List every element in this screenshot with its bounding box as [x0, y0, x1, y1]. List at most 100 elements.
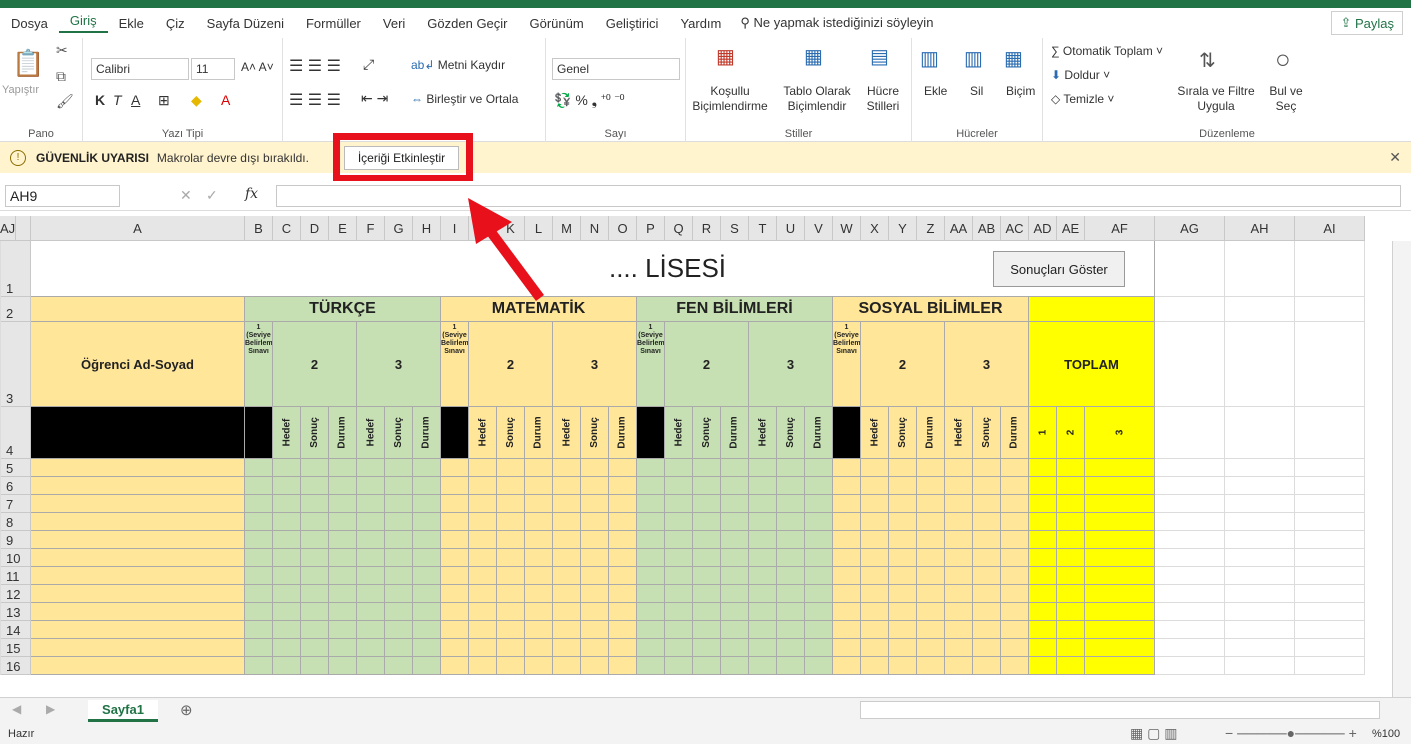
data-cell[interactable] — [245, 585, 273, 603]
merge-center-button[interactable]: ⇔ Birleştir ve Ortala — [411, 92, 518, 106]
data-cell[interactable] — [889, 639, 917, 657]
data-cell[interactable] — [721, 657, 749, 675]
row-header[interactable]: 8 — [0, 513, 31, 531]
data-cell[interactable] — [273, 585, 301, 603]
format-cells-label[interactable]: Biçim — [1006, 84, 1035, 98]
data-cell[interactable] — [301, 549, 329, 567]
vertical-scrollbar[interactable] — [1392, 241, 1411, 697]
student-name-cell[interactable] — [31, 639, 245, 657]
column-header[interactable]: I — [441, 216, 469, 241]
total-cell[interactable] — [1085, 477, 1155, 495]
data-cell[interactable] — [889, 513, 917, 531]
data-cell[interactable] — [973, 549, 1001, 567]
data-cell[interactable] — [581, 513, 609, 531]
data-cell[interactable] — [665, 531, 693, 549]
data-cell[interactable] — [861, 477, 889, 495]
empty-cell[interactable] — [1225, 322, 1295, 407]
row-header[interactable]: 9 — [0, 531, 31, 549]
data-cell[interactable] — [693, 531, 721, 549]
data-cell[interactable] — [1001, 477, 1029, 495]
empty-cell[interactable] — [0, 549, 1, 567]
empty-cell[interactable] — [1295, 657, 1365, 675]
data-cell[interactable] — [1001, 513, 1029, 531]
empty-cell[interactable] — [1225, 495, 1295, 513]
column-header[interactable]: Y — [889, 216, 917, 241]
data-cell[interactable] — [497, 531, 525, 549]
paste-label[interactable]: Yapıştır — [2, 84, 39, 96]
data-cell[interactable] — [805, 621, 833, 639]
data-cell[interactable] — [469, 657, 497, 675]
empty-cell[interactable] — [1225, 657, 1295, 675]
column-header[interactable]: N — [581, 216, 609, 241]
data-cell[interactable] — [609, 459, 637, 477]
data-cell[interactable] — [273, 621, 301, 639]
data-cell[interactable] — [301, 459, 329, 477]
data-cell[interactable] — [861, 603, 889, 621]
data-cell[interactable] — [553, 585, 581, 603]
empty-cell[interactable] — [1155, 322, 1225, 407]
data-cell[interactable] — [273, 513, 301, 531]
data-cell[interactable] — [525, 531, 553, 549]
column-header[interactable]: M — [553, 216, 581, 241]
data-cell[interactable] — [861, 459, 889, 477]
data-cell[interactable] — [1001, 567, 1029, 585]
empty-cell[interactable] — [1155, 549, 1225, 567]
total-cell[interactable] — [1057, 531, 1085, 549]
data-cell[interactable] — [301, 585, 329, 603]
column-header[interactable]: V — [805, 216, 833, 241]
column-header[interactable]: AD — [1029, 216, 1057, 241]
data-cell[interactable] — [525, 585, 553, 603]
data-cell[interactable] — [301, 603, 329, 621]
data-cell[interactable] — [469, 621, 497, 639]
data-cell[interactable] — [749, 585, 777, 603]
data-cell[interactable] — [469, 549, 497, 567]
column-header[interactable]: Q — [665, 216, 693, 241]
empty-cell[interactable] — [1295, 567, 1365, 585]
data-cell[interactable] — [1001, 495, 1029, 513]
data-cell[interactable] — [917, 477, 945, 495]
align-top-icon[interactable]: ☰ ☰ ☰ — [289, 56, 341, 76]
row-header[interactable]: 3 — [0, 322, 31, 407]
total-cell[interactable] — [1057, 585, 1085, 603]
data-cell[interactable] — [637, 639, 665, 657]
copy-icon[interactable]: ⧉ — [56, 68, 66, 85]
data-cell[interactable] — [329, 585, 357, 603]
data-cell[interactable] — [637, 477, 665, 495]
data-cell[interactable] — [357, 567, 385, 585]
data-cell[interactable] — [945, 549, 973, 567]
data-cell[interactable] — [357, 459, 385, 477]
data-cell[interactable] — [917, 513, 945, 531]
data-cell[interactable] — [861, 549, 889, 567]
total-cell[interactable] — [1085, 621, 1155, 639]
student-name-cell[interactable] — [31, 495, 245, 513]
data-cell[interactable] — [469, 495, 497, 513]
menu-yardim[interactable]: Yardım — [669, 16, 732, 31]
data-cell[interactable] — [777, 459, 805, 477]
data-cell[interactable] — [917, 495, 945, 513]
autosum-button[interactable]: ∑ Otomatik Toplam ˅ — [1051, 44, 1163, 58]
data-cell[interactable] — [973, 531, 1001, 549]
total-cell[interactable] — [1029, 567, 1057, 585]
data-cell[interactable] — [973, 657, 1001, 675]
data-cell[interactable] — [917, 585, 945, 603]
data-cell[interactable] — [945, 459, 973, 477]
data-cell[interactable] — [329, 657, 357, 675]
data-cell[interactable] — [413, 513, 441, 531]
data-cell[interactable] — [637, 657, 665, 675]
data-cell[interactable] — [357, 495, 385, 513]
data-cell[interactable] — [609, 657, 637, 675]
data-cell[interactable] — [245, 657, 273, 675]
student-name-cell[interactable] — [31, 549, 245, 567]
total-cell[interactable] — [1029, 477, 1057, 495]
data-cell[interactable] — [357, 531, 385, 549]
cut-icon[interactable]: ✂ — [56, 42, 68, 59]
student-name-cell[interactable] — [31, 531, 245, 549]
data-cell[interactable] — [749, 567, 777, 585]
empty-cell[interactable] — [1225, 621, 1295, 639]
data-cell[interactable] — [721, 549, 749, 567]
empty-cell[interactable] — [1155, 639, 1225, 657]
empty-cell[interactable] — [1155, 585, 1225, 603]
data-cell[interactable] — [945, 477, 973, 495]
data-cell[interactable] — [805, 603, 833, 621]
data-cell[interactable] — [721, 603, 749, 621]
